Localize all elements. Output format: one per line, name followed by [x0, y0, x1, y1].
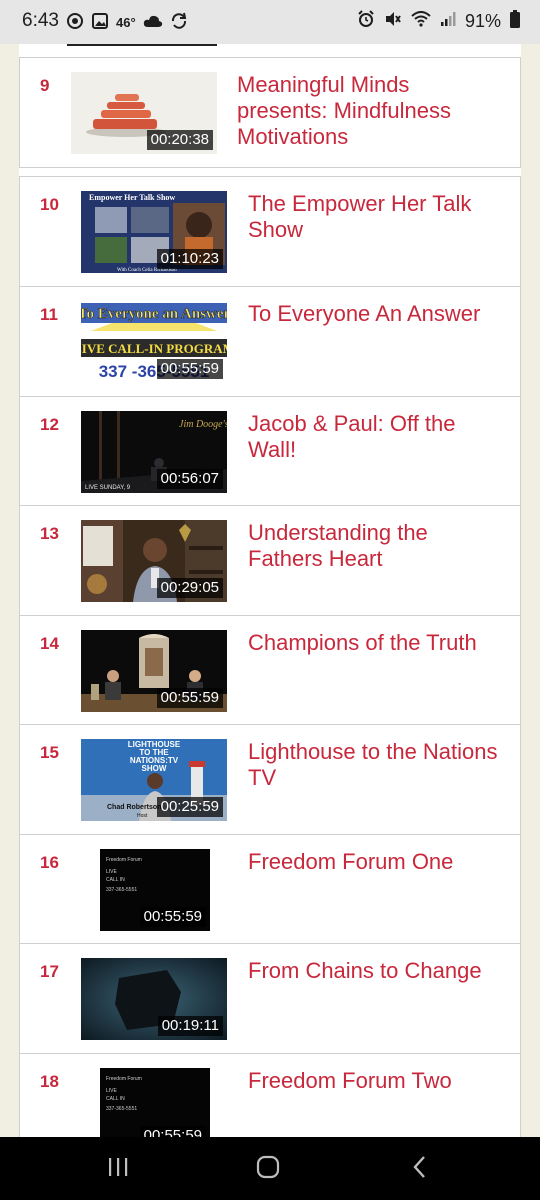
- episode-row[interactable]: 17 00:19:11 From Chains to Change: [19, 943, 521, 1054]
- episode-number: 10: [40, 195, 59, 214]
- thumb-caption: Empower Her Talk Show: [89, 193, 175, 202]
- thumb-caption: Freedom Forum: [106, 1076, 142, 1082]
- episode-title[interactable]: Understanding the Fathers Heart: [248, 520, 498, 572]
- duration-label: 00:19:11: [157, 1016, 223, 1036]
- duration-label: 00:29:05: [156, 578, 223, 598]
- episode-title[interactable]: Freedom Forum One: [248, 849, 498, 875]
- episode-thumbnail[interactable]: 00:29:05: [81, 520, 227, 602]
- episode-thumbnail[interactable]: 00:55:59: [81, 630, 227, 712]
- thumb-caption: LIVE SUNDAY, 9: [85, 485, 131, 491]
- duration-label: 00:55:59: [156, 359, 223, 379]
- episode-number: 12: [40, 415, 59, 434]
- episode-number: 15: [40, 743, 59, 762]
- episode-thumbnail[interactable]: Freedom Forum LIVE CALL IN 337-365-5551 …: [100, 1068, 210, 1137]
- thumb-caption: LIVE: [106, 1088, 118, 1094]
- back-icon[interactable]: [410, 1155, 430, 1184]
- episode-number: 9: [40, 76, 50, 95]
- episode-number: 14: [40, 634, 59, 653]
- cloud-icon: [143, 14, 163, 31]
- divider: [67, 44, 217, 46]
- thumb-caption: Jim Dooge's: [179, 419, 227, 430]
- episode-title[interactable]: To Everyone An Answer: [248, 301, 498, 327]
- episode-title[interactable]: From Chains to Change: [248, 958, 498, 984]
- episode-title[interactable]: Meaningful Minds presents: Mindfulness M…: [237, 72, 487, 150]
- thumb-caption: 337-365-5551: [106, 887, 137, 893]
- episode-row[interactable]: 9 00:20:38 Meaningful Minds presents: Mi…: [19, 57, 521, 168]
- episode-number: 16: [40, 853, 59, 872]
- episode-thumbnail[interactable]: LIGHTHOUSE TO THE NATIONS:TV SHOW Chad R…: [81, 739, 227, 821]
- mute-icon: [384, 10, 402, 33]
- signal-icon: [440, 11, 456, 32]
- thumb-caption: LIVE CALL-IN PROGRAM: [81, 341, 227, 356]
- alarm-icon: [357, 10, 375, 33]
- episode-thumbnail[interactable]: Freedom Forum LIVE CALL IN 337-365-5551 …: [100, 849, 210, 931]
- duration-label: 00:20:38: [146, 130, 213, 150]
- episode-row[interactable]: 12 Jim Dooge's LIVE SUNDAY, 9 00:56:07 J…: [19, 396, 521, 507]
- battery-level: 91%: [464, 11, 501, 31]
- episode-number: 18: [40, 1072, 59, 1091]
- thumb-caption: To Everyone an Answer: [81, 306, 227, 322]
- episode-thumbnail[interactable]: 00:20:38: [71, 72, 217, 154]
- episode-row[interactable]: 16 Freedom Forum LIVE CALL IN 337-365-55…: [19, 834, 521, 945]
- navigation-bar: [0, 1137, 540, 1200]
- duration-label: 01:10:23: [156, 249, 223, 269]
- episode-title[interactable]: Jacob & Paul: Off the Wall!: [248, 411, 498, 463]
- temperature: 46°: [116, 15, 136, 30]
- episode-row[interactable]: 11 To Everyone an Answer LIVE CALL-IN PR…: [19, 286, 521, 397]
- thumb-caption: Host: [137, 813, 148, 819]
- thumb-caption: 337-365-5551: [106, 1106, 137, 1112]
- thumb-caption: CALL IN: [106, 1096, 125, 1102]
- thumb-caption: CALL IN: [106, 877, 125, 883]
- duration-label: 00:55:59: [139, 1126, 206, 1137]
- duration-label: 00:25:59: [156, 797, 223, 817]
- status-icons-right: 91%: [357, 10, 520, 33]
- episode-row[interactable]: 13 00:29:05 Understanding the Fathers He…: [19, 505, 521, 616]
- episode-thumbnail[interactable]: Jim Dooge's LIVE SUNDAY, 9 00:56:07: [81, 411, 227, 493]
- screen-record-icon: [66, 12, 84, 33]
- wifi-icon: [411, 11, 431, 32]
- episode-title[interactable]: Champions of the Truth: [248, 630, 498, 656]
- episode-thumbnail[interactable]: Empower Her Talk Show With Coach Celia R…: [81, 191, 227, 273]
- episode-title[interactable]: The Empower Her Talk Show: [248, 191, 498, 243]
- episode-thumbnail[interactable]: 00:19:11: [81, 958, 227, 1040]
- episode-row[interactable]: 15 LIGHTHOUSE TO THE NATIONS:TV SHOW Cha…: [19, 724, 521, 835]
- duration-label: 00:56:07: [156, 469, 223, 489]
- episode-number: 11: [40, 305, 58, 324]
- status-bar: 6:43 46° 91%: [0, 0, 540, 44]
- battery-icon: [510, 10, 520, 33]
- home-icon[interactable]: [256, 1155, 280, 1184]
- episode-row[interactable]: 10 Empower Her Talk Show With Coach Celi…: [19, 176, 521, 287]
- episode-title[interactable]: Lighthouse to the Nations TV: [248, 739, 498, 791]
- status-icons-left: 46°: [66, 12, 188, 33]
- thumb-caption: Chad Robertson: [107, 804, 161, 811]
- duration-label: 00:55:59: [156, 688, 223, 708]
- episode-row[interactable]: 14 00:55:59 Champions of the Truth: [19, 615, 521, 726]
- status-time: 6:43: [22, 10, 59, 31]
- episode-row[interactable]: 18 Freedom Forum LIVE CALL IN 337-365-55…: [19, 1053, 521, 1137]
- episode-number: 17: [40, 962, 59, 981]
- gallery-icon: [91, 12, 109, 33]
- thumb-caption: LIVE: [106, 869, 118, 875]
- thumb-caption: SHOW: [142, 764, 167, 773]
- episode-list[interactable]: 9 00:20:38 Meaningful Minds presents: Mi…: [19, 44, 521, 1137]
- sync-icon: [170, 12, 188, 33]
- duration-label: 00:55:59: [139, 907, 206, 927]
- episode-title[interactable]: Freedom Forum Two: [248, 1068, 498, 1094]
- episode-thumbnail[interactable]: To Everyone an Answer LIVE CALL-IN PROGR…: [81, 301, 227, 383]
- recents-icon[interactable]: [106, 1155, 130, 1184]
- episode-number: 13: [40, 524, 59, 543]
- thumb-caption: Freedom Forum: [106, 857, 142, 863]
